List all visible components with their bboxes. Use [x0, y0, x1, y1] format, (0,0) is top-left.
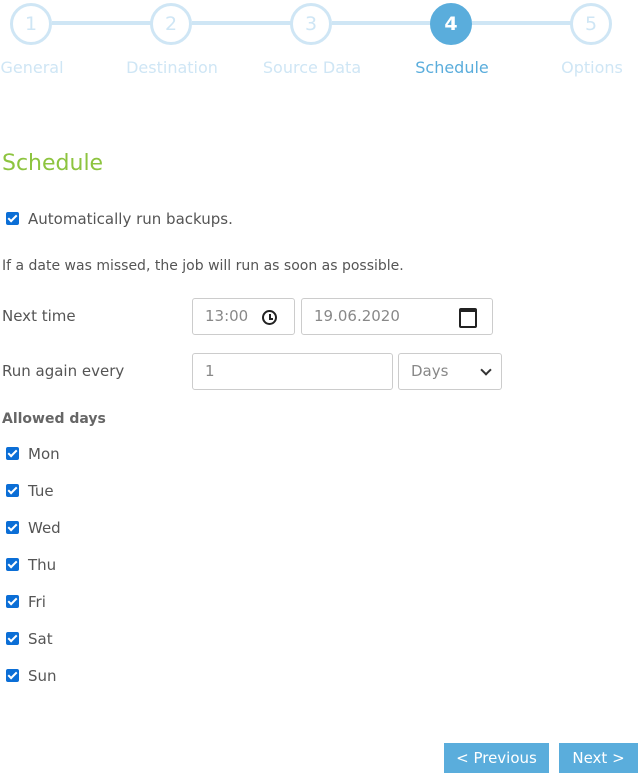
- next-date-input[interactable]: 19.06.2020: [301, 298, 493, 335]
- run-again-label: Run again every: [2, 362, 125, 380]
- step-connector: [332, 21, 432, 25]
- step-2-label[interactable]: Destination: [102, 58, 242, 77]
- run-again-unit-select[interactable]: Days: [398, 353, 502, 390]
- auto-run-label[interactable]: Automatically run backups.: [28, 210, 233, 228]
- day-checkbox-thu[interactable]: [6, 558, 19, 571]
- next-time-input[interactable]: 13:00: [192, 298, 295, 335]
- next-time-label: Next time: [2, 307, 76, 325]
- wizard-stepper: 1 2 3 4 5 General Destination Source Dat…: [0, 0, 640, 90]
- day-label-sat[interactable]: Sat: [28, 630, 53, 648]
- day-label-sun[interactable]: Sun: [28, 667, 57, 685]
- next-button[interactable]: Next >: [559, 743, 638, 773]
- step-1-circle[interactable]: 1: [10, 3, 52, 45]
- day-label-wed[interactable]: Wed: [28, 519, 61, 537]
- previous-button[interactable]: < Previous: [444, 743, 549, 773]
- day-checkbox-fri[interactable]: [6, 595, 19, 608]
- run-again-unit-value: Days: [411, 362, 449, 380]
- clock-icon[interactable]: [262, 310, 277, 325]
- page-title: Schedule: [2, 151, 104, 176]
- missed-date-info: If a date was missed, the job will run a…: [2, 258, 404, 274]
- next-time-value: 13:00: [205, 307, 249, 325]
- day-checkbox-tue[interactable]: [6, 484, 19, 497]
- day-checkbox-mon[interactable]: [6, 447, 19, 460]
- day-checkbox-sun[interactable]: [6, 669, 19, 682]
- day-label-thu[interactable]: Thu: [28, 556, 56, 574]
- auto-run-checkbox[interactable]: [6, 212, 19, 225]
- step-3-circle[interactable]: 3: [290, 3, 332, 45]
- step-2-circle[interactable]: 2: [150, 3, 192, 45]
- step-5-circle[interactable]: 5: [570, 3, 612, 45]
- allowed-days-heading: Allowed days: [2, 411, 106, 427]
- step-5-label[interactable]: Options: [522, 58, 640, 77]
- step-4-label[interactable]: Schedule: [382, 58, 522, 77]
- next-date-value: 19.06.2020: [314, 307, 400, 325]
- day-checkbox-wed[interactable]: [6, 521, 19, 534]
- day-checkbox-sat[interactable]: [6, 632, 19, 645]
- day-label-mon[interactable]: Mon: [28, 445, 60, 463]
- day-label-fri[interactable]: Fri: [28, 593, 46, 611]
- step-connector: [192, 21, 292, 25]
- step-connector: [52, 21, 152, 25]
- day-label-tue[interactable]: Tue: [28, 482, 54, 500]
- run-again-interval-input[interactable]: 1: [192, 353, 393, 390]
- step-connector: [472, 21, 572, 25]
- chevron-down-icon: [480, 364, 492, 376]
- run-again-interval-value: 1: [205, 362, 215, 380]
- calendar-icon[interactable]: [459, 308, 477, 328]
- step-3-label[interactable]: Source Data: [242, 58, 382, 77]
- step-4-circle[interactable]: 4: [430, 3, 472, 45]
- step-1-label[interactable]: General: [0, 58, 102, 77]
- backup-wizard-page: 1 2 3 4 5 General Destination Source Dat…: [0, 0, 640, 777]
